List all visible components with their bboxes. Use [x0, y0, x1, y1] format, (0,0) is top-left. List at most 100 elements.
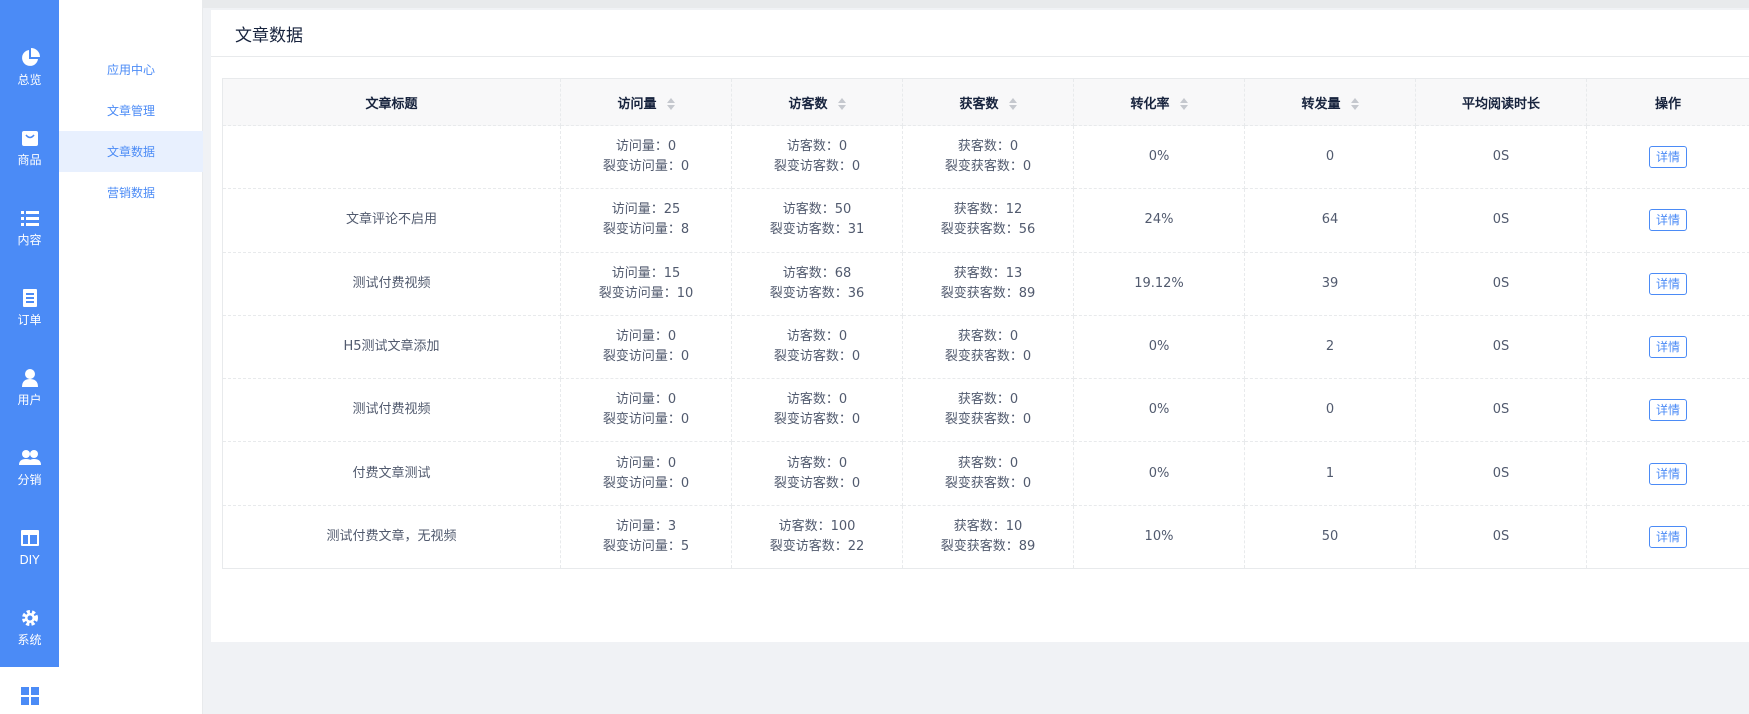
rail-item-label: DIY [19, 553, 40, 567]
column-header-visits[interactable]: 访问量 [560, 78, 732, 126]
rail-item-overview[interactable]: 总览 [0, 27, 59, 107]
detail-button[interactable]: 详情 [1648, 272, 1687, 295]
visits-value: 访问量：15 [611, 265, 681, 281]
rail-item-diy[interactable]: DIY [0, 507, 59, 587]
rail-item-users[interactable]: 用户 [0, 347, 59, 427]
cell-title: H5测试文章添加 [222, 315, 561, 380]
cell-avg-read: 0S [1415, 378, 1587, 443]
cell-title: 测试付费视频 [222, 378, 561, 443]
cell-customers: 获客数：13 裂变获客数：89 [902, 252, 1074, 316]
submenu-item-label: 文章数据 [107, 145, 156, 159]
rail-item-orders[interactable]: 订单 [0, 267, 59, 347]
visitors-value: 访客数：0 [786, 455, 848, 471]
column-header-shares[interactable]: 转发量 [1244, 78, 1416, 126]
card-header: 文章数据 [211, 10, 1749, 57]
cell-actions: 详情 [1586, 378, 1749, 443]
sort-icon[interactable] [666, 97, 675, 111]
table-row: 测试付费视频 访问量：0 裂变访问量：0 访客数：0 裂变访客数：0 获客数：0 裂变获客数… [222, 378, 1749, 443]
sort-icon[interactable] [837, 97, 846, 111]
rail-item-label: 用户 [17, 393, 42, 407]
detail-button[interactable]: 详情 [1648, 462, 1687, 485]
cell-customers: 获客数：0 裂变获客数：0 [902, 441, 1074, 506]
detail-button[interactable]: 详情 [1648, 146, 1687, 169]
cell-conversion: 10% [1073, 505, 1245, 570]
article-data-card: 文章数据 文章标题 访问量 访客数 获客数 转化率 转发量 平均阅读时长 操作 … [211, 10, 1749, 642]
cell-avg-read: 0S [1415, 125, 1587, 190]
cell-conversion: 19.12% [1073, 252, 1245, 316]
detail-button[interactable]: 详情 [1648, 525, 1687, 548]
users-icon [18, 447, 41, 469]
detail-button[interactable]: 详情 [1648, 209, 1687, 232]
user-icon [19, 367, 41, 389]
detail-button[interactable]: 详情 [1648, 336, 1687, 359]
icon-rail: 总览 商品 内容 订单 用户 分销 DIY 系统 [0, 0, 59, 714]
cell-title [222, 125, 561, 190]
submenu-item-article-data[interactable]: 文章数据 [59, 131, 203, 172]
cell-title: 测试付费视频 [222, 252, 561, 316]
submenu-item-article-management[interactable]: 文章管理 [59, 90, 203, 131]
submenu-item-label: 应用中心 [107, 63, 156, 77]
rail-item-label: 总览 [17, 73, 42, 87]
cell-avg-read: 0S [1415, 441, 1587, 506]
secondary-menu: 应用中心 文章管理 文章数据 营销数据 [59, 0, 203, 714]
submenu-item-label: 营销数据 [107, 186, 156, 200]
rail-item-content[interactable]: 内容 [0, 187, 59, 267]
cell-visits: 访问量：0 裂变访问量：0 [560, 315, 732, 380]
cell-actions: 详情 [1586, 125, 1749, 190]
customers-value: 获客数：10 [953, 518, 1023, 534]
cell-shares: 50 [1244, 505, 1416, 570]
visitors-value: 访客数：68 [782, 265, 852, 281]
customers-value: 获客数：0 [957, 139, 1019, 155]
cell-shares: 64 [1244, 188, 1416, 253]
table-row: 文章评论不启用 访问量：25 裂变访问量：8 访客数：50 裂变访客数：31 获客数：12… [222, 188, 1749, 253]
fission-visits-value: 裂变访问量：5 [602, 538, 690, 554]
submenu-item-label: 文章管理 [107, 104, 156, 118]
cell-avg-read: 0S [1415, 188, 1587, 253]
fission-visits-value: 裂变访问量：10 [598, 285, 694, 301]
sort-icon[interactable] [1008, 97, 1017, 111]
sort-icon[interactable] [1350, 97, 1359, 111]
page-title: 文章数据 [235, 25, 303, 46]
fission-visitors-value: 裂变访客数：0 [773, 159, 861, 175]
cell-actions: 详情 [1586, 315, 1749, 380]
column-header-actions: 操作 [1586, 78, 1749, 126]
visits-value: 访问量：0 [615, 392, 677, 408]
rail-item-system[interactable]: 系统 [0, 587, 59, 667]
cell-actions: 详情 [1586, 505, 1749, 570]
fission-customers-value: 裂变获客数：89 [940, 285, 1036, 301]
cell-avg-read: 0S [1415, 315, 1587, 380]
top-strip [203, 0, 1749, 8]
cell-actions: 详情 [1586, 188, 1749, 253]
rail-item-distribution[interactable]: 分销 [0, 427, 59, 507]
cell-customers: 获客数：12 裂变获客数：56 [902, 188, 1074, 253]
column-header-conversion[interactable]: 转化率 [1073, 78, 1245, 126]
rail-item-products[interactable]: 商品 [0, 107, 59, 187]
submenu-item-marketing-data[interactable]: 营销数据 [59, 172, 203, 213]
rail-item-label: 内容 [17, 233, 42, 247]
detail-button[interactable]: 详情 [1648, 399, 1687, 422]
rail-item-label: 系统 [17, 633, 42, 647]
visits-value: 访问量：25 [611, 202, 681, 218]
cell-visits: 访问量：15 裂变访问量：10 [560, 252, 732, 316]
fission-visitors-value: 裂变访客数：0 [773, 412, 861, 428]
cell-shares: 1 [1244, 441, 1416, 506]
table-row: 付费文章测试 访问量：0 裂变访问量：0 访客数：0 裂变访客数：0 获客数：0 裂变获客数… [222, 441, 1749, 506]
cell-visits: 访问量：0 裂变访问量：0 [560, 441, 732, 506]
rail-item-apps[interactable] [0, 667, 59, 714]
column-header-visitors[interactable]: 访客数 [731, 78, 903, 126]
rail-item-label: 分销 [17, 473, 42, 487]
cell-conversion: 0% [1073, 125, 1245, 190]
submenu-item-app-center[interactable]: 应用中心 [59, 49, 203, 90]
visitors-value: 访客数：0 [786, 329, 848, 345]
sort-icon[interactable] [1179, 97, 1188, 111]
cell-conversion: 0% [1073, 441, 1245, 506]
table-body: 访问量：0 裂变访问量：0 访客数：0 裂变访客数：0 获客数：0 裂变获客数：0 0% 0 0… [222, 125, 1749, 570]
fission-customers-value: 裂变获客数：0 [944, 159, 1032, 175]
table-row: 测试付费文章，无视频 访问量：3 裂变访问量：5 访客数：100 裂变访客数：22 获客数… [222, 505, 1749, 570]
visits-value: 访问量：0 [615, 139, 677, 155]
cell-visits: 访问量：3 裂变访问量：5 [560, 505, 732, 570]
fission-visitors-value: 裂变访客数：0 [773, 349, 861, 365]
column-header-customers[interactable]: 获客数 [902, 78, 1074, 126]
column-header-title: 文章标题 [222, 78, 561, 126]
customers-value: 获客数：0 [957, 392, 1019, 408]
